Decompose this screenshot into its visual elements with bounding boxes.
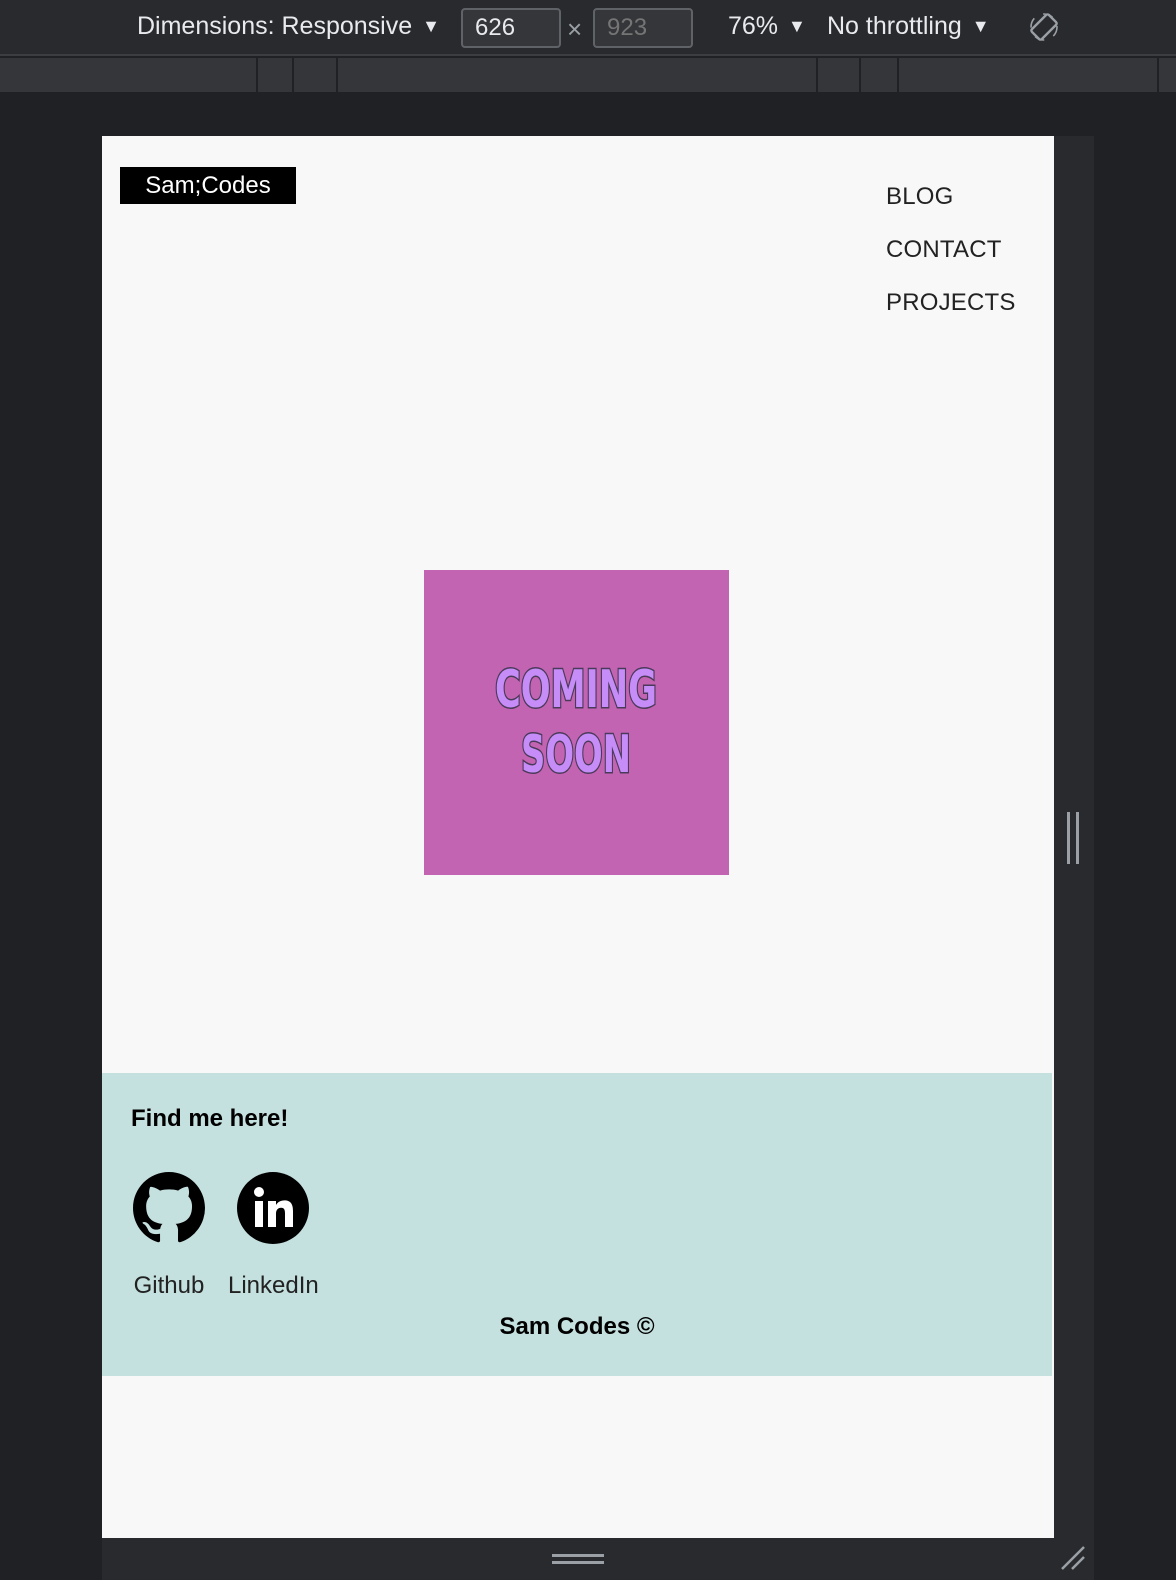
resize-handle-right[interactable] xyxy=(1067,812,1079,864)
coming-soon-graphic: COMING SOON xyxy=(494,659,659,787)
page-viewport: Sam;Codes BLOG CONTACT PROJECTS COMING S… xyxy=(102,136,1054,1538)
devtools-device-toolbar: Dimensions: Responsive ▼ × 76% ▼ No thro… xyxy=(0,0,1176,56)
coming-soon-image: COMING SOON xyxy=(424,570,729,875)
times-icon: × xyxy=(567,14,583,44)
coming-soon-line1: COMING xyxy=(495,660,657,720)
footer-title: Find me here! xyxy=(131,1105,289,1132)
site-footer: Find me here! Github LinkedIn Sam Codes … xyxy=(102,1073,1052,1376)
throttling-label: No throttling xyxy=(827,12,962,40)
github-icon xyxy=(133,1172,205,1243)
linkedin-icon xyxy=(237,1172,309,1244)
nav-blog[interactable]: BLOG xyxy=(886,181,1016,234)
github-label: Github xyxy=(133,1272,205,1299)
height-input[interactable] xyxy=(593,8,693,48)
chevron-down-icon: ▼ xyxy=(788,16,806,36)
site-logo[interactable]: Sam;Codes xyxy=(120,167,296,204)
copyright-text: Sam Codes © xyxy=(499,1313,655,1340)
media-query-ruler[interactable] xyxy=(0,58,1176,92)
zoom-label: 76% xyxy=(728,12,779,40)
nav-projects[interactable]: PROJECTS xyxy=(886,287,1016,340)
dimensions-dropdown[interactable]: Dimensions: Responsive ▼ xyxy=(137,12,440,41)
nav-contact[interactable]: CONTACT xyxy=(886,234,1016,287)
chevron-down-icon: ▼ xyxy=(971,16,990,36)
coming-soon-line2: SOON xyxy=(521,725,631,785)
width-input[interactable] xyxy=(461,8,561,48)
github-link[interactable]: Github xyxy=(124,1172,214,1300)
dimensions-label: Dimensions: Responsive xyxy=(137,12,413,40)
chevron-down-icon: ▼ xyxy=(422,16,440,36)
rotate-device-icon[interactable] xyxy=(1029,12,1059,42)
main-nav: BLOG CONTACT PROJECTS xyxy=(886,181,1016,340)
resize-corner-icon[interactable] xyxy=(1058,1543,1088,1573)
linkedin-link[interactable]: LinkedIn xyxy=(228,1172,319,1300)
linkedin-label: LinkedIn xyxy=(228,1272,319,1299)
resize-handle-bottom[interactable] xyxy=(552,1554,604,1564)
throttling-dropdown[interactable]: No throttling ▼ xyxy=(827,12,990,41)
zoom-dropdown[interactable]: 76% ▼ xyxy=(728,12,806,41)
